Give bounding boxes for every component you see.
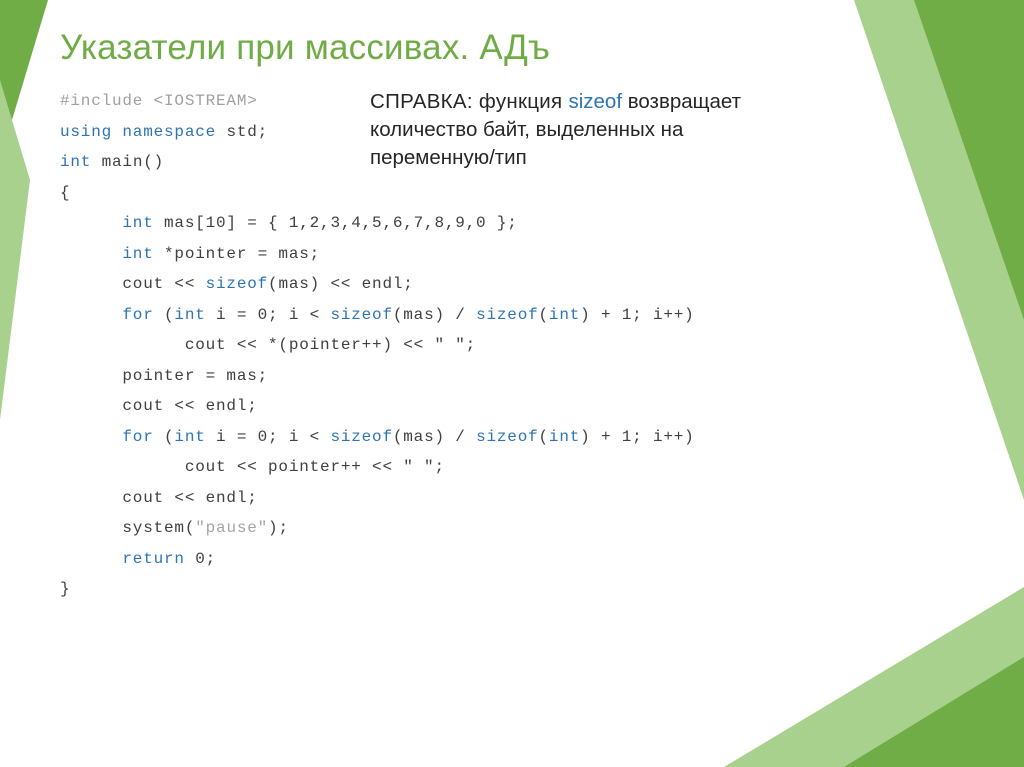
code-line: for (int i = 0; i < sizeof(mas) / sizeof… — [60, 300, 964, 331]
slide: Указатели при массивах. АДъ СПРАВКА: фун… — [0, 0, 1024, 767]
note-keyword: sizeof — [568, 90, 622, 113]
code-line: pointer = mas; — [60, 361, 964, 392]
code-line: for (int i = 0; i < sizeof(mas) / sizeof… — [60, 422, 964, 453]
code-line: { — [60, 178, 964, 209]
slide-content: СПРАВКА: функция sizeof возвращает колич… — [60, 86, 964, 605]
code-line: cout << endl; — [60, 483, 964, 514]
code-line: cout << *(pointer++) << " "; — [60, 330, 964, 361]
code-line: system("pause"); — [60, 513, 964, 544]
code-line: int *pointer = mas; — [60, 239, 964, 270]
info-note: СПРАВКА: функция sizeof возвращает колич… — [370, 88, 800, 172]
code-line: cout << sizeof(mas) << endl; — [60, 269, 964, 300]
code-line: return 0; — [60, 544, 964, 575]
code-line: } — [60, 574, 964, 605]
page-title: Указатели при массивах. АДъ — [60, 28, 964, 68]
code-line: int mas[10] = { 1,2,3,4,5,6,7,8,9,0 }; — [60, 208, 964, 239]
note-lead: СПРАВКА: функция — [370, 90, 568, 113]
code-line: cout << pointer++ << " "; — [60, 452, 964, 483]
code-line: cout << endl; — [60, 391, 964, 422]
